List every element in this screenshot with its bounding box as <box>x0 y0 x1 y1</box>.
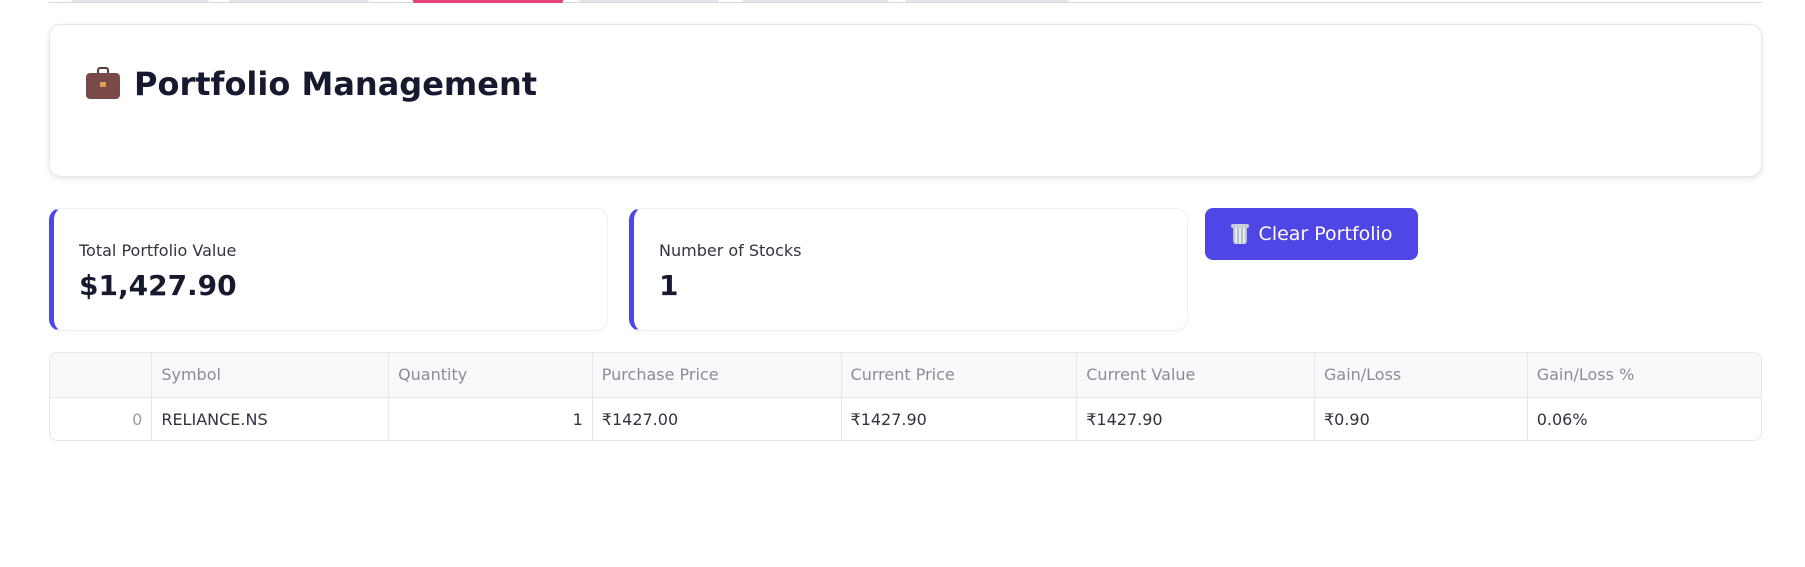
tab-portfolio-active[interactable] <box>413 0 563 3</box>
column-header-current-value[interactable]: Current Value <box>1076 353 1315 398</box>
column-header-index <box>50 353 153 398</box>
column-header-symbol[interactable]: Symbol <box>151 353 390 398</box>
tab-4[interactable] <box>579 0 719 2</box>
cell-gain-loss-pct[interactable]: 0.06% <box>1527 397 1761 440</box>
clear-portfolio-label: Clear Portfolio <box>1258 223 1393 245</box>
column-header-purchase-price[interactable]: Purchase Price <box>592 353 842 398</box>
tab-5[interactable] <box>742 0 889 2</box>
metric-label-stock-count: Number of Stocks <box>659 241 802 260</box>
cell-quantity[interactable]: 1 <box>388 397 593 440</box>
metric-label-total-value: Total Portfolio Value <box>79 241 237 260</box>
wastebasket-icon <box>1230 224 1249 244</box>
metric-value-total-value: $1,427.90 <box>79 269 237 302</box>
clear-portfolio-button[interactable]: Clear Portfolio <box>1205 208 1418 260</box>
tab-bar <box>49 0 1762 3</box>
briefcase-icon <box>86 67 120 99</box>
table-row: 0 RELIANCE.NS 1 ₹1427.00 ₹1427.90 ₹1427.… <box>50 397 1761 440</box>
tab-6[interactable] <box>905 0 1069 2</box>
metric-value-stock-count: 1 <box>659 269 679 302</box>
table-header-row: Symbol Quantity Purchase Price Current P… <box>50 353 1761 398</box>
cell-current-value[interactable]: ₹1427.90 <box>1076 397 1315 440</box>
tab-2[interactable] <box>229 0 369 2</box>
tab-1[interactable] <box>71 0 209 2</box>
cell-symbol[interactable]: RELIANCE.NS <box>151 397 390 440</box>
column-header-quantity[interactable]: Quantity <box>388 353 593 398</box>
cell-gain-loss[interactable]: ₹0.90 <box>1314 397 1528 440</box>
cell-current-price[interactable]: ₹1427.90 <box>841 397 1078 440</box>
metric-card-total-value: Total Portfolio Value $1,427.90 <box>49 208 608 331</box>
page-title: Portfolio Management <box>86 65 537 103</box>
column-header-current-price[interactable]: Current Price <box>841 353 1078 398</box>
page-title-text: Portfolio Management <box>134 65 538 103</box>
holdings-table: Symbol Quantity Purchase Price Current P… <box>49 352 1762 441</box>
column-header-gain-loss-pct[interactable]: Gain/Loss % <box>1527 353 1761 398</box>
metric-card-stock-count: Number of Stocks 1 <box>629 208 1188 331</box>
cell-purchase-price[interactable]: ₹1427.00 <box>592 397 842 440</box>
column-header-gain-loss[interactable]: Gain/Loss <box>1314 353 1528 398</box>
header-card: Portfolio Management <box>49 24 1762 177</box>
row-index: 0 <box>50 397 153 440</box>
